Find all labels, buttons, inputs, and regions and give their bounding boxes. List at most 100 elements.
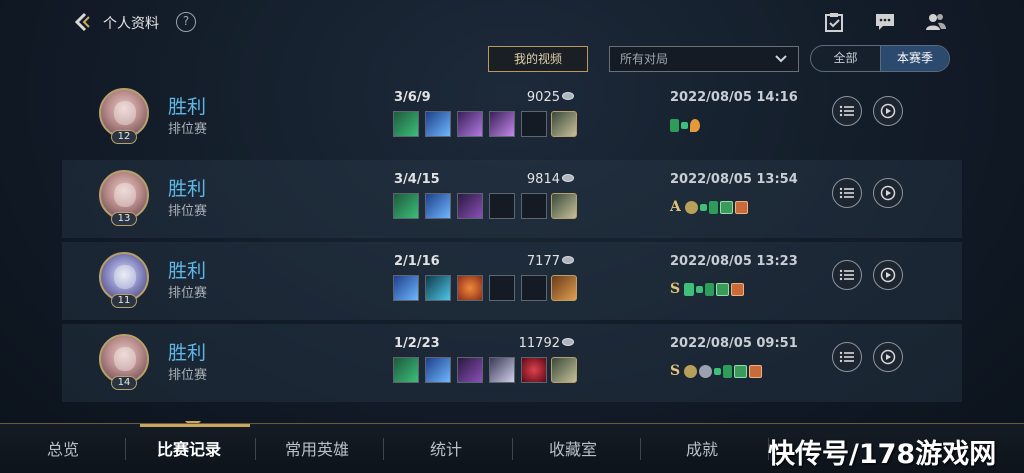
match-mode: 排位赛 xyxy=(168,122,208,137)
match-datetime: 2022/08/05 13:23 xyxy=(670,254,798,269)
gold-coin-icon xyxy=(562,338,574,346)
active-tab-underline xyxy=(140,424,250,427)
tab-match-history[interactable]: 比赛记录 xyxy=(157,436,221,460)
item-icon xyxy=(457,357,483,383)
tab-achievements[interactable]: 成就 xyxy=(686,436,718,460)
item-icon xyxy=(393,357,419,383)
item-icon xyxy=(393,275,419,301)
achievement-badges: A xyxy=(670,198,748,216)
flame-badge-icon xyxy=(690,118,700,132)
back-chevron-icon[interactable] xyxy=(70,10,94,34)
dragon-badge-icon xyxy=(684,364,698,378)
match-result: 胜利 xyxy=(168,96,207,118)
match-details-button[interactable] xyxy=(832,96,862,126)
achievement-badges xyxy=(670,116,700,134)
kda-stat: 2/1/16 xyxy=(394,254,440,269)
achievement-badges: S xyxy=(670,362,763,380)
empty-item-slot xyxy=(521,111,547,137)
gold-coin-icon xyxy=(562,174,574,182)
segment-all[interactable]: 全部 xyxy=(811,46,880,71)
grade-badge: A xyxy=(670,199,681,215)
trinket-icon xyxy=(551,275,577,301)
match-details-button[interactable] xyxy=(832,260,862,290)
friends-icon[interactable] xyxy=(925,12,947,32)
match-result: 胜利 xyxy=(168,178,207,200)
item-icon xyxy=(489,111,515,137)
achievement-badges: S xyxy=(670,280,745,298)
match-row[interactable]: 13 胜利 排位赛 3/4/15 9814 2022/08/05 13:54 A xyxy=(62,160,962,238)
match-result: 胜利 xyxy=(168,342,207,364)
item-icon xyxy=(425,111,451,137)
match-row[interactable]: 12 胜利 排位赛 3/6/9 9025 2022/08/05 14:16 xyxy=(62,78,962,156)
grade-badge: S xyxy=(670,281,681,297)
heal-badge-icon xyxy=(723,364,733,378)
match-filter-value: 所有对局 xyxy=(620,52,669,66)
tab-collection[interactable]: 收藏室 xyxy=(549,436,597,460)
plus-badge-icon xyxy=(696,285,704,293)
gold-stat: 9814 xyxy=(526,172,560,187)
my-videos-button[interactable]: 我的视频 xyxy=(488,46,588,72)
match-datetime: 2022/08/05 14:16 xyxy=(670,90,798,105)
segment-current-season[interactable]: 本赛季 xyxy=(880,46,949,71)
match-mode: 排位赛 xyxy=(168,286,208,301)
empty-item-slot xyxy=(489,275,515,301)
match-datetime: 2022/08/05 09:51 xyxy=(670,336,798,351)
grade-badge: S xyxy=(670,363,681,379)
plus-badge-icon xyxy=(699,203,707,211)
damage-badge-icon xyxy=(749,364,763,378)
nav-divider xyxy=(125,438,126,460)
match-details-button[interactable] xyxy=(832,178,862,208)
source-watermark: 快传号/178游戏网 xyxy=(768,439,997,470)
tab-favorite-champions[interactable]: 常用英雄 xyxy=(285,436,349,460)
item-icon xyxy=(457,111,483,137)
flag-badge-icon xyxy=(684,282,695,296)
item-icon xyxy=(489,357,515,383)
empty-item-slot xyxy=(489,193,515,219)
plus-badge-icon xyxy=(681,121,688,129)
match-mode: 排位赛 xyxy=(168,204,208,219)
item-icon xyxy=(393,193,419,219)
match-mode: 排位赛 xyxy=(168,368,208,383)
match-row[interactable]: 11 胜利 排位赛 2/1/16 7177 2022/08/05 13:23 S xyxy=(62,242,962,320)
heal-badge-icon xyxy=(708,200,718,214)
calendar-check-icon[interactable] xyxy=(823,12,845,32)
gold-stat: 11792 xyxy=(518,336,560,351)
damage-badge-icon xyxy=(734,200,748,214)
match-filter-select[interactable]: 所有对局 xyxy=(609,46,799,72)
nav-divider xyxy=(512,438,513,460)
trinket-icon xyxy=(551,357,577,383)
shield-badge-icon xyxy=(716,282,730,296)
season-segmented-control: 全部 本赛季 xyxy=(810,45,950,72)
page-title: 个人资料 xyxy=(103,16,159,32)
gold-stat: 7177 xyxy=(526,254,560,269)
nav-divider xyxy=(255,438,256,460)
match-row[interactable]: 14 胜利 排位赛 1/2/23 11792 2022/08/05 09:51 … xyxy=(62,324,962,402)
item-icon xyxy=(393,111,419,137)
match-result: 胜利 xyxy=(168,260,207,282)
replay-button[interactable] xyxy=(873,260,903,290)
gold-coin-icon xyxy=(562,92,574,100)
replay-button[interactable] xyxy=(873,342,903,372)
shield-badge-icon xyxy=(734,364,748,378)
heal-badge-icon xyxy=(705,282,715,296)
item-icon xyxy=(425,275,451,301)
kda-stat: 3/4/15 xyxy=(394,172,440,187)
damage-badge-icon xyxy=(731,282,745,296)
tab-statistics[interactable]: 统计 xyxy=(430,436,462,460)
gear-badge-icon xyxy=(699,364,713,378)
match-details-button[interactable] xyxy=(832,342,862,372)
shield-badge-icon xyxy=(719,200,733,214)
champion-level-badge: 14 xyxy=(111,376,137,390)
tab-overview[interactable]: 总览 xyxy=(47,436,79,460)
item-icon xyxy=(425,193,451,219)
nav-divider xyxy=(383,438,384,460)
item-icon xyxy=(521,357,547,383)
help-icon[interactable]: ? xyxy=(176,12,196,32)
trinket-icon xyxy=(551,111,577,137)
empty-item-slot xyxy=(521,275,547,301)
replay-button[interactable] xyxy=(873,96,903,126)
match-datetime: 2022/08/05 13:54 xyxy=(670,172,798,187)
replay-button[interactable] xyxy=(873,178,903,208)
dragon-badge-icon xyxy=(684,200,698,214)
chat-bubble-icon[interactable] xyxy=(874,12,896,32)
